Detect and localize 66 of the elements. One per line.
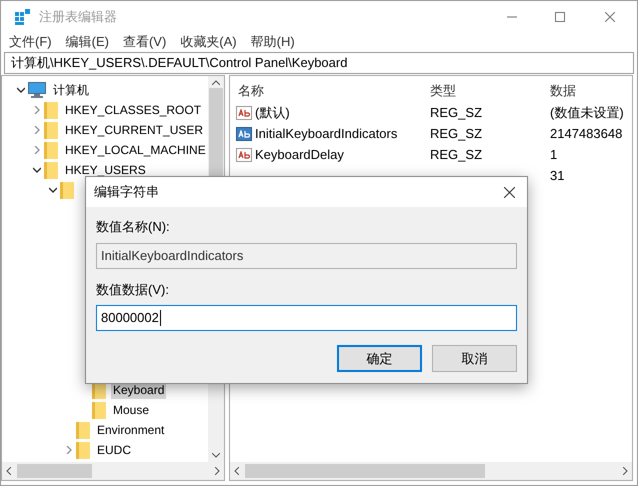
scrollbar-thumb[interactable] <box>17 464 92 478</box>
field-label: 数值数据(V): <box>96 280 170 299</box>
table-cell-text: REG_SZ <box>429 146 484 164</box>
computer-icon <box>28 82 46 98</box>
folder-icon <box>92 402 106 418</box>
scroll-right-icon[interactable] <box>623 467 628 475</box>
folder-icon <box>44 122 58 138</box>
table-cell-text: REG_SZ <box>429 124 484 143</box>
horizontal-scrollbar[interactable] <box>230 462 632 480</box>
close-icon[interactable] <box>504 186 515 198</box>
table-cell-text: 31 <box>549 166 566 185</box>
string-value-icon <box>236 126 252 140</box>
tree-item[interactable]: EUDC <box>95 441 134 459</box>
folder-icon <box>60 182 74 198</box>
expanded-chevron-icon[interactable] <box>33 166 41 174</box>
table-cell-text: InitialKeyboardIndicators <box>255 124 398 143</box>
field-label: 数值名称(N): <box>96 218 171 236</box>
tree-item[interactable]: HKEY_CURRENT_USER <box>63 121 206 139</box>
menu-item[interactable]: 编辑(E) <box>64 32 111 52</box>
table-cell-text: REG_SZ <box>429 104 484 122</box>
dialog-title: 编辑字符串 <box>94 183 159 202</box>
collapsed-chevron-icon[interactable] <box>33 126 41 134</box>
value-data-field[interactable]: 80000002 <box>96 305 517 331</box>
column-header[interactable]: 名称 <box>234 81 426 101</box>
folder-icon <box>44 142 58 158</box>
dialog-button[interactable]: 取消 <box>432 345 517 372</box>
scrollbar-thumb[interactable] <box>245 464 485 478</box>
menu-item[interactable]: 收藏夹(A) <box>178 32 239 52</box>
folder-icon <box>44 102 58 118</box>
scroll-left-icon[interactable] <box>6 467 11 475</box>
table-cell-text: KeyboardDelay <box>255 146 344 164</box>
column-header[interactable]: 数据 <box>546 81 626 101</box>
scroll-up-icon[interactable] <box>212 80 220 85</box>
scroll-down-icon[interactable] <box>212 453 220 458</box>
tree-item[interactable]: HKEY_USERS <box>63 161 148 179</box>
collapsed-chevron-icon[interactable] <box>65 446 73 454</box>
table-cell-text: (默认) <box>255 104 290 122</box>
collapsed-chevron-icon[interactable] <box>33 106 41 114</box>
column-header[interactable]: 类型 <box>426 81 546 101</box>
tree-item[interactable]: HKEY_LOCAL_MACHINE <box>63 141 208 159</box>
folder-icon <box>44 162 58 178</box>
collapsed-chevron-icon[interactable] <box>33 146 41 154</box>
folder-icon <box>76 422 90 438</box>
dialog-button[interactable]: 确定 <box>337 345 422 372</box>
table-cell-text: (数值未设置) <box>549 104 625 122</box>
string-value-icon <box>236 106 252 120</box>
tree-item[interactable]: Mouse <box>111 401 152 419</box>
menu-item[interactable]: 文件(F) <box>7 32 54 52</box>
horizontal-scrollbar[interactable] <box>2 462 224 480</box>
table-cell-text: 1 <box>549 146 558 164</box>
tree-item[interactable]: 计算机 <box>51 81 91 99</box>
scroll-right-icon[interactable] <box>215 467 220 475</box>
folder-icon <box>76 442 90 458</box>
tree-item[interactable]: HKEY_CLASSES_ROOT <box>63 101 204 119</box>
menu-item[interactable]: 帮助(H) <box>248 32 297 52</box>
window-title: 注册表编辑器 <box>39 8 117 26</box>
table-cell-text: 2147483648 <box>549 124 624 143</box>
menu-item[interactable]: 查看(V) <box>120 32 168 52</box>
scroll-left-icon[interactable] <box>234 467 239 475</box>
tree-item[interactable]: Environment <box>95 421 166 439</box>
value-name-field[interactable]: InitialKeyboardIndicators <box>96 242 517 268</box>
expanded-chevron-icon[interactable] <box>17 86 25 94</box>
maximize-icon[interactable] <box>555 12 565 22</box>
expanded-chevron-icon[interactable] <box>49 186 57 194</box>
registry-app-icon <box>15 8 31 24</box>
string-value-icon <box>236 148 252 162</box>
